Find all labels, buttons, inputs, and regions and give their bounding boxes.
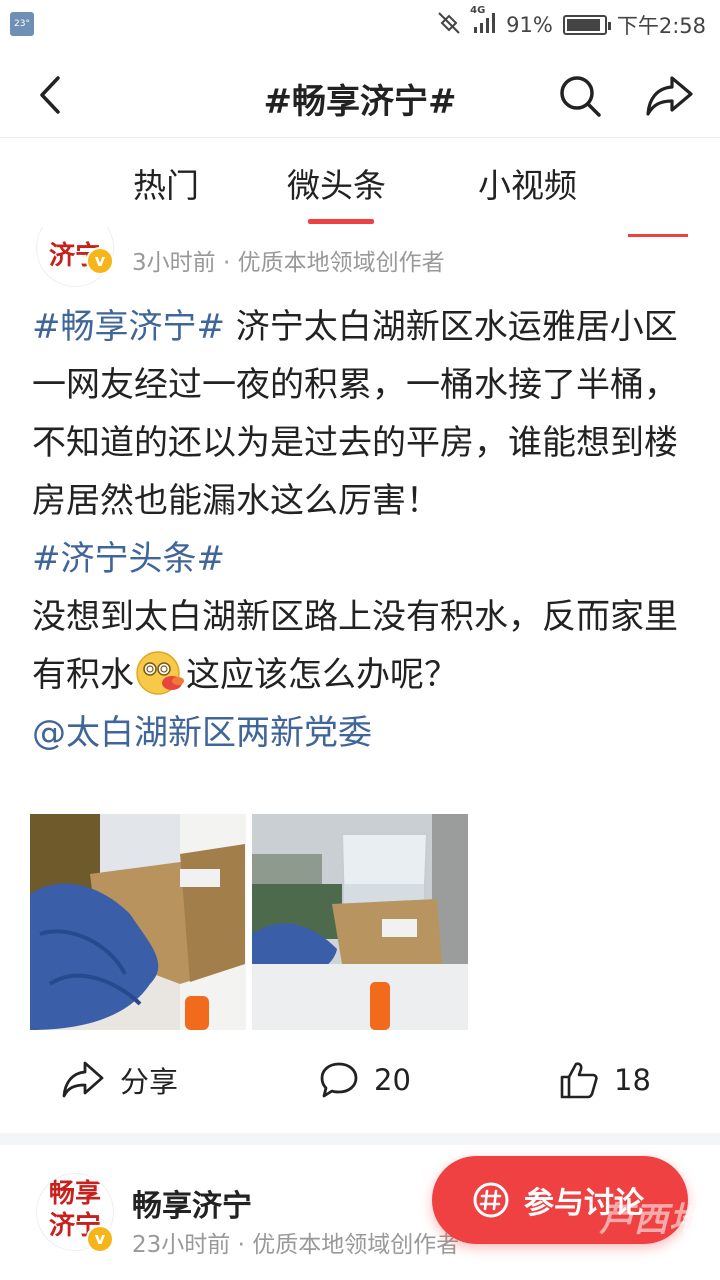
battery-percent: 91% [506, 13, 553, 37]
author-name[interactable]: 畅享济宁 [132, 1181, 252, 1225]
comment-button[interactable]: 20 [318, 1056, 411, 1104]
watermark: 芦西地 [599, 1200, 704, 1240]
post1-header[interactable]: 济宁 v 3小时前 · 优质本地领域创作者 [0, 227, 720, 287]
network-type: 4G [470, 4, 486, 16]
like-count: 18 [614, 1063, 651, 1097]
post1-body[interactable]: #畅享济宁# 济宁太白湖新区水运雅居小区一网友经过一夜的积累，一桶水接了半桶，不… [32, 298, 682, 762]
post-meta: 3小时前 · 优质本地领域创作者 [132, 250, 445, 276]
hashtag-link[interactable]: #济宁头条# [32, 539, 225, 579]
notification-thumbnail: 23° [10, 12, 34, 36]
rotate-lock-icon [436, 10, 462, 41]
tab-weitoutiao[interactable]: 微头条 [287, 159, 386, 207]
comment-count: 20 [374, 1063, 411, 1097]
follow-button[interactable] [628, 227, 688, 237]
search-icon [560, 76, 601, 117]
verified-badge-icon: v [86, 1225, 114, 1253]
avatar-seal-line: 畅享 [48, 1179, 101, 1209]
photo-grid [30, 814, 470, 1030]
comment-bubble-icon [320, 1062, 358, 1098]
like-button[interactable]: 18 [558, 1056, 651, 1104]
share-action-button[interactable]: 分享 [60, 1056, 178, 1104]
clock: 下午2:58 [616, 14, 706, 38]
verified-badge-icon: v [86, 247, 114, 275]
status-icons: 4G 91% 下午2:58 [436, 5, 706, 41]
search-button[interactable] [556, 72, 604, 120]
mention-link[interactable]: @太白湖新区两新党委 [32, 713, 372, 753]
battery-icon [562, 15, 611, 35]
title-bar: #畅享济宁# [0, 52, 720, 138]
photo-thumbnail[interactable] [252, 814, 468, 1030]
share-label: 分享 [120, 1065, 179, 1099]
signal-icon: 4G [470, 5, 496, 40]
post-meta: 23小时前 · 优质本地领域创作者 [132, 1232, 460, 1258]
share-button[interactable] [644, 72, 696, 120]
post-text: 这应该怎么办呢？ [186, 655, 458, 695]
post1-actions: 分享 20 18 [0, 1040, 720, 1120]
dizzy-face-emoji-icon [134, 648, 186, 700]
page-title: #畅享济宁# [263, 82, 457, 122]
photo-thumbnail[interactable] [30, 814, 246, 1030]
status-bar: 23° 4G 91% 下午2:58 [0, 0, 720, 52]
post-divider [0, 1133, 720, 1145]
hashtag-circle-icon [473, 1182, 509, 1218]
share-arrow-icon [646, 76, 693, 116]
thumbs-up-icon [560, 1062, 598, 1099]
tab-hot[interactable]: 热门 [133, 159, 199, 207]
tab-bar: 热门 微头条 小视频 [0, 139, 720, 227]
share-arrow-icon [62, 1061, 104, 1098]
tab-short-video[interactable]: 小视频 [478, 159, 577, 207]
hashtag-link[interactable]: #畅享济宁# [32, 307, 225, 347]
battery-fill [566, 19, 600, 31]
active-tab-indicator [308, 219, 374, 224]
